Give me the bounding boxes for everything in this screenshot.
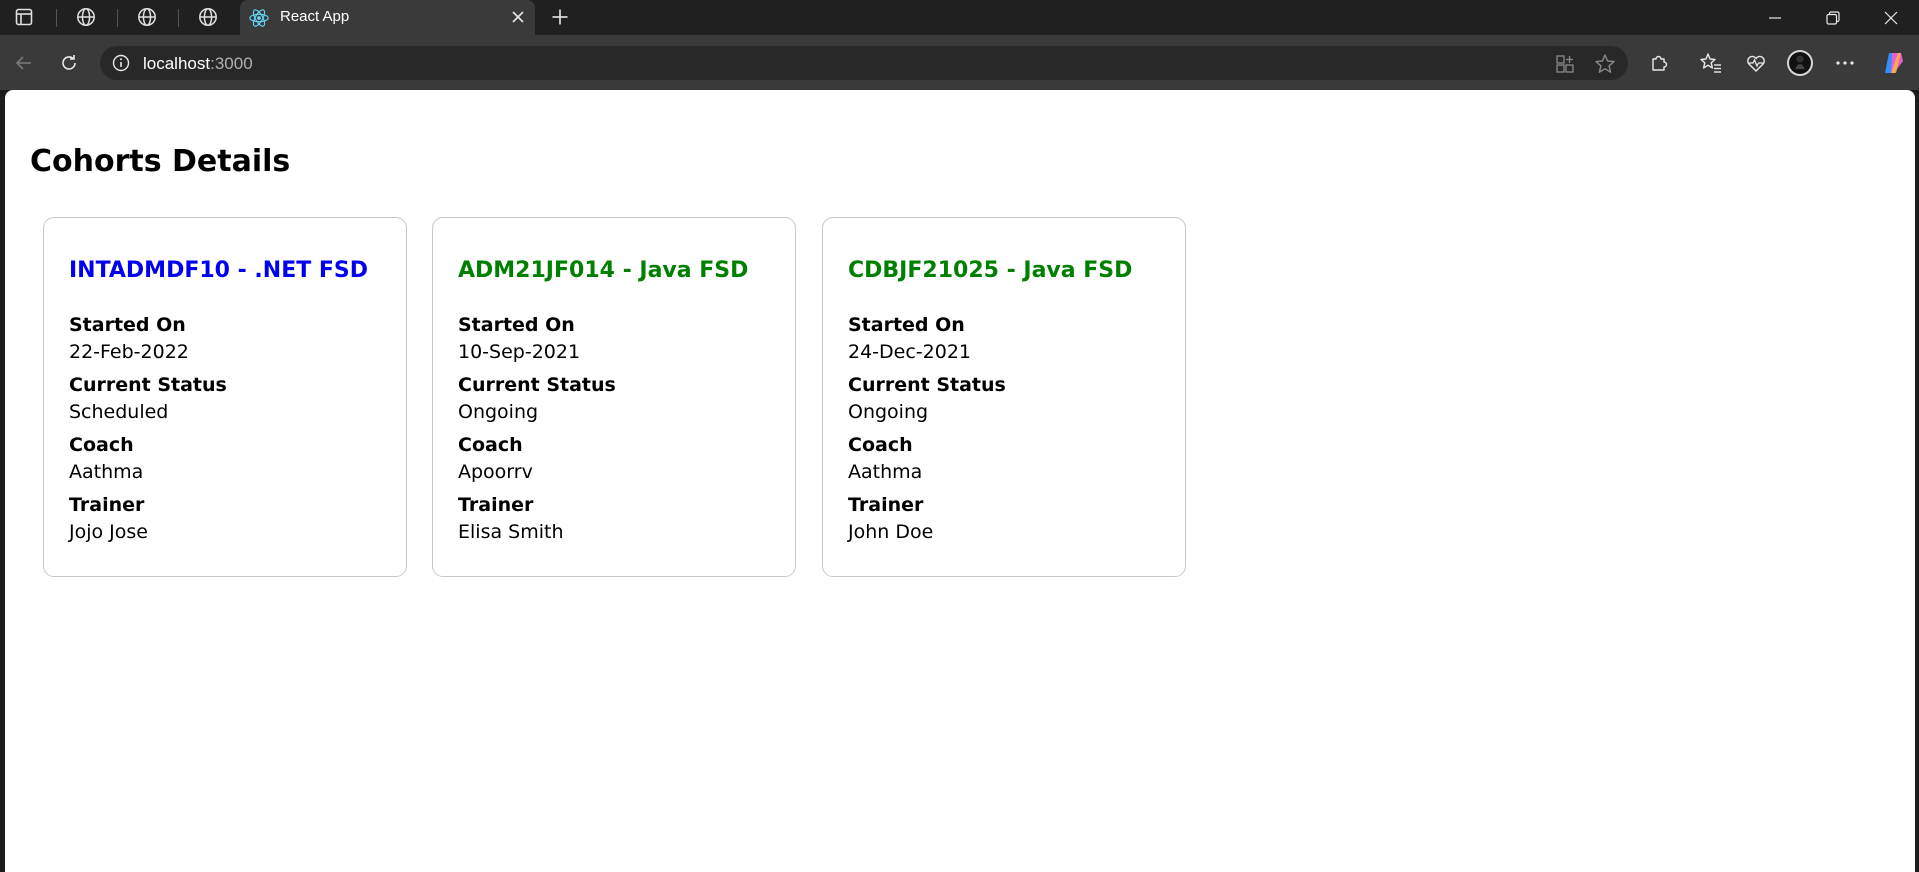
site-info-icon[interactable] — [112, 54, 130, 72]
cohort-card: INTADMDF10 - .NET FSD Started On 22-Feb-… — [43, 217, 407, 577]
current-status-label: Current Status — [458, 374, 616, 396]
extensions-icon[interactable] — [1641, 45, 1677, 81]
favorite-star-icon[interactable] — [1593, 52, 1617, 76]
current-status-value: Scheduled — [69, 401, 169, 423]
react-logo-icon — [249, 9, 269, 27]
current-status-label: Current Status — [69, 374, 227, 396]
started-on-value: 24-Dec-2021 — [848, 341, 972, 363]
started-on-label: Started On — [458, 314, 575, 336]
url-text[interactable]: localhost:3000 — [143, 54, 253, 74]
page-viewport: Cohorts Details INTADMDF10 - .NET FSD St… — [5, 90, 1915, 872]
coach-label: Coach — [848, 434, 913, 456]
current-status-label: Current Status — [848, 374, 1006, 396]
coach-value: Aathma — [848, 461, 923, 483]
current-status-value: Ongoing — [848, 401, 929, 423]
cohort-title: ADM21JF014 - Java FSD — [458, 258, 749, 283]
started-on-value: 22-Feb-2022 — [69, 341, 189, 363]
cohort-card: CDBJF21025 - Java FSD Started On 24-Dec-… — [822, 217, 1186, 577]
tab-react-app[interactable]: React App — [240, 0, 535, 35]
coach-value: Aathma — [69, 461, 144, 483]
trainer-value: Jojo Jose — [69, 521, 148, 543]
coach-label: Coach — [458, 434, 523, 456]
favorites-icon[interactable] — [1693, 45, 1729, 81]
trainer-label: Trainer — [848, 494, 924, 516]
address-bar[interactable]: localhost:3000 — [100, 46, 1628, 80]
more-options-icon[interactable] — [1827, 45, 1863, 81]
tab-globe-icon[interactable] — [188, 2, 228, 32]
coach-label: Coach — [69, 434, 134, 456]
tab-globe-icon[interactable] — [127, 2, 167, 32]
tab-strip: React App — [0, 0, 1919, 35]
copilot-icon[interactable] — [1876, 45, 1912, 81]
started-on-label: Started On — [69, 314, 186, 336]
url-port: :3000 — [210, 54, 253, 73]
started-on-value: 10-Sep-2021 — [458, 341, 581, 363]
browser-toolbar: localhost:3000 — [0, 35, 1919, 90]
close-tab-icon[interactable] — [505, 4, 531, 30]
trainer-label: Trainer — [69, 494, 145, 516]
page-title: Cohorts Details — [30, 144, 291, 179]
cohort-title: INTADMDF10 - .NET FSD — [69, 258, 369, 283]
current-status-value: Ongoing — [458, 401, 539, 423]
trainer-value: John Doe — [848, 521, 934, 543]
minimize-icon[interactable] — [1746, 0, 1804, 35]
tab-actions-icon[interactable] — [4, 2, 44, 32]
trainer-value: Elisa Smith — [458, 521, 564, 543]
browser-essentials-icon[interactable] — [1738, 45, 1774, 81]
tab-title: React App — [280, 8, 350, 25]
restore-icon[interactable] — [1804, 0, 1862, 35]
cohort-title: CDBJF21025 - Java FSD — [848, 258, 1133, 283]
close-window-icon[interactable] — [1862, 0, 1919, 35]
url-host: localhost — [143, 54, 211, 73]
coach-value: Apoorrv — [458, 461, 533, 483]
profile-avatar[interactable] — [1782, 45, 1818, 81]
refresh-icon[interactable] — [51, 45, 87, 81]
started-on-label: Started On — [848, 314, 965, 336]
app-available-icon[interactable] — [1553, 52, 1577, 76]
back-icon[interactable] — [6, 45, 42, 81]
tab-globe-icon[interactable] — [66, 2, 106, 32]
trainer-label: Trainer — [458, 494, 534, 516]
new-tab-icon[interactable] — [542, 2, 578, 32]
cohort-card: ADM21JF014 - Java FSD Started On 10-Sep-… — [432, 217, 796, 577]
